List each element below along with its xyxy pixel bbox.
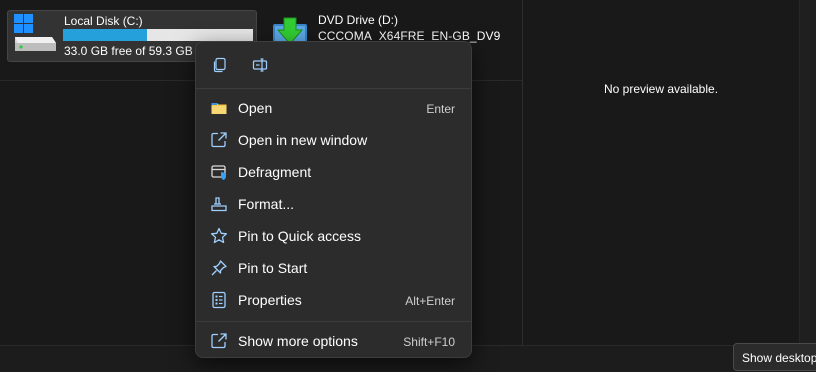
pin-icon [211, 260, 227, 276]
menu-item-show-more-options-shortcut: Shift+F10 [403, 335, 455, 349]
menu-item-format[interactable]: Format... [200, 189, 467, 219]
rename-button[interactable] [246, 52, 274, 78]
menu-separator [196, 88, 471, 89]
menu-item-pin-quick-access[interactable]: Pin to Quick access [200, 221, 467, 251]
menu-item-open[interactable]: Open Enter [200, 93, 467, 123]
menu-item-open-label: Open [238, 100, 273, 116]
drive-c-usage-fill [63, 29, 147, 41]
menu-item-show-more-options[interactable]: Show more options Shift+F10 [200, 326, 467, 356]
context-menu: Open Enter Open in new window Defragment… [195, 41, 472, 358]
menu-item-defragment[interactable]: Defragment [200, 157, 467, 187]
menu-item-properties[interactable]: Properties Alt+Enter [200, 285, 467, 315]
copy-icon [213, 57, 226, 73]
defragment-icon [211, 165, 226, 180]
copy-button[interactable] [206, 52, 234, 78]
hard-drive-windows-icon [14, 14, 56, 51]
open-new-window-icon [211, 132, 227, 148]
format-icon [211, 197, 227, 212]
star-icon [210, 227, 228, 244]
menu-item-open-shortcut: Enter [426, 102, 455, 116]
menu-item-pin-start[interactable]: Pin to Start [200, 253, 467, 283]
quick-actions-row [196, 42, 471, 88]
properties-icon [212, 291, 226, 309]
drive-d-name: DVD Drive (D:) [318, 13, 398, 27]
menu-item-pin-quick-access-label: Pin to Quick access [238, 228, 361, 244]
menu-item-pin-start-label: Pin to Start [238, 260, 308, 276]
menu-item-open-new-window-label: Open in new window [238, 132, 368, 148]
menu-item-properties-label: Properties [238, 292, 302, 308]
vertical-scrollbar[interactable] [799, 0, 816, 345]
preview-message: No preview available. [603, 82, 719, 96]
tooltip-text: Show desktop [742, 351, 816, 365]
drive-c-name: Local Disk (C:) [64, 14, 143, 28]
rename-icon [252, 58, 268, 72]
menu-item-open-new-window[interactable]: Open in new window [200, 125, 467, 155]
menu-item-properties-shortcut: Alt+Enter [405, 294, 455, 308]
menu-separator [196, 321, 471, 322]
drive-c-free-space: 33.0 GB free of 59.3 GB [64, 44, 193, 58]
menu-item-defragment-label: Defragment [238, 164, 312, 180]
show-desktop-tooltip: Show desktop [733, 343, 816, 371]
preview-pane: No preview available. [523, 0, 799, 345]
menu-item-format-label: Format... [238, 196, 295, 212]
drive-c-usage-bar [63, 29, 253, 41]
more-options-icon [211, 333, 227, 349]
folder-icon [211, 103, 227, 114]
menu-item-show-more-options-label: Show more options [238, 333, 358, 349]
